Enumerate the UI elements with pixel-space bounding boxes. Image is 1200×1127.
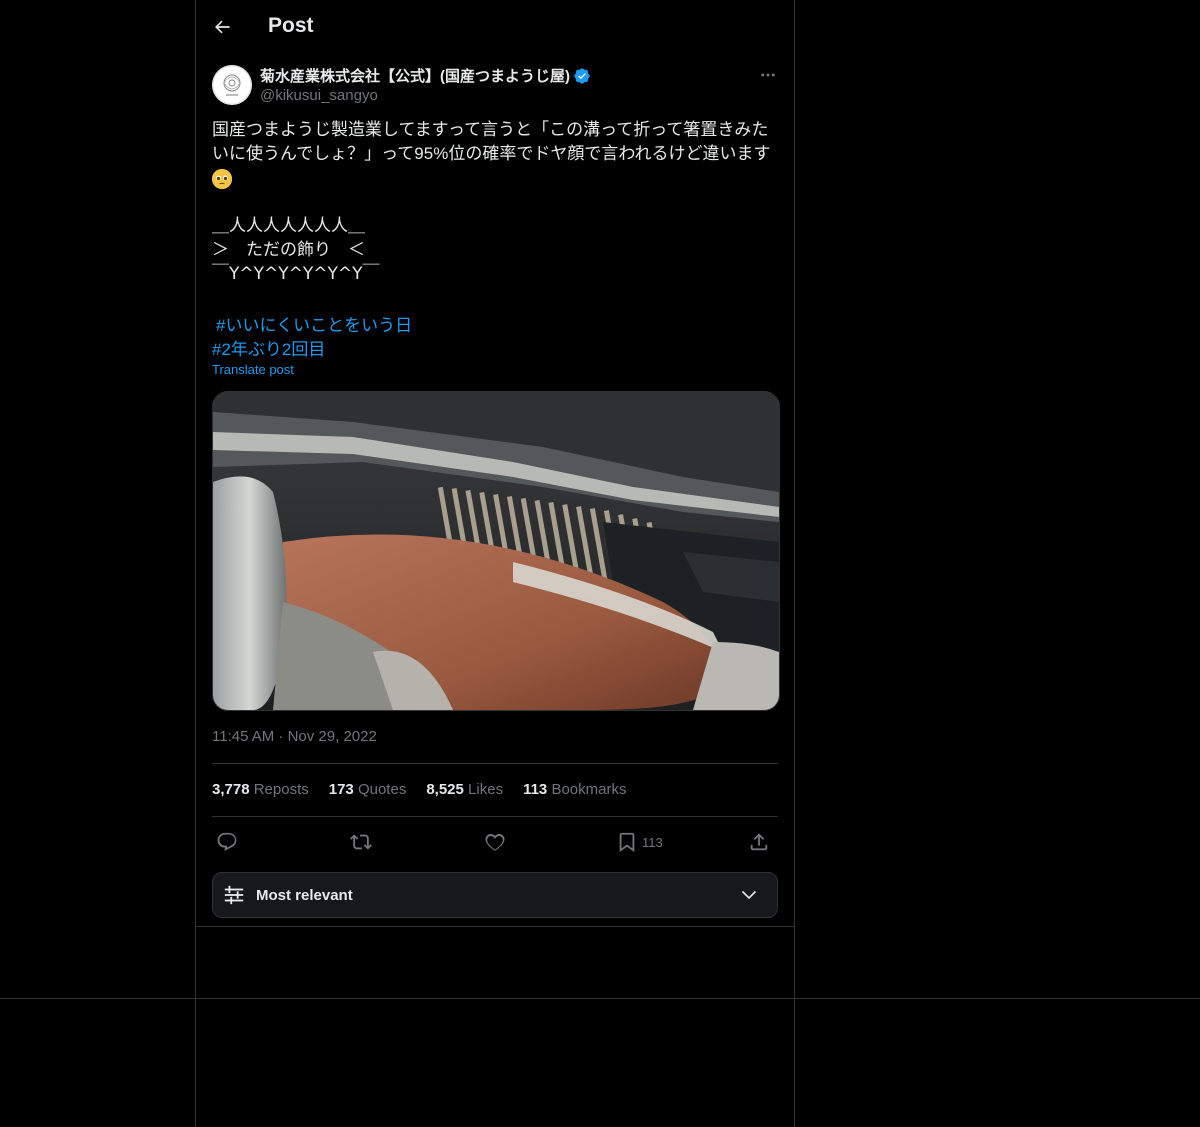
back-button[interactable] [208,13,236,41]
reposts-stat[interactable]: 3,778 Reposts [212,781,309,798]
post-text-body: 国産つまようじ製造業してますって言うと「この溝って折って箸置きみたいに使うんでし… [212,120,771,163]
divider [212,816,778,817]
post-image[interactable] [212,391,780,711]
back-arrow-icon [215,20,230,34]
bookmark-count: 113 [642,834,663,850]
pleading-face-icon [212,168,232,189]
reposts-label: Reposts [253,781,309,798]
chevron-down-icon [741,890,757,900]
reply-button[interactable] [216,828,238,856]
translate-post-link[interactable]: Translate post [212,362,294,377]
author-handle[interactable]: @kikusui_sangyo [260,87,378,104]
quotes-stat[interactable]: 173 Quotes [329,781,407,798]
likes-count: 8,525 [426,781,464,798]
likes-label: Likes [468,781,504,798]
bookmark-button[interactable]: 113 [616,828,663,856]
hashtag-link[interactable]: #2年ぶり2回目 [212,335,325,360]
sort-sliders-icon [224,885,244,905]
section-divider [0,998,1200,999]
quotes-label: Quotes [357,781,407,798]
bookmarks-count: 113 [523,781,548,798]
column-divider-right [794,0,795,1127]
reply-icon [217,832,237,851]
share-icon [750,833,768,851]
bookmarks-label: Bookmarks [551,781,627,798]
repost-icon [350,834,372,850]
hashtag-link[interactable]: #いいにくいことをいう日 [216,311,412,336]
repost-button[interactable] [350,828,372,856]
ascii-art-line: ＿人人人人人人人＿ [212,216,365,236]
like-button[interactable] [484,828,506,856]
column-divider-left [195,0,196,1127]
more-icon [761,73,775,77]
more-options-button[interactable] [756,64,780,86]
post-bottom-divider [195,926,795,927]
post-timestamp[interactable]: 11:45 AM · Nov 29, 2022 [212,728,377,745]
bookmark-icon [619,832,635,853]
engagement-stats: 3,778 Reposts 173 Quotes 8,525 Likes 113… [212,781,646,798]
ascii-art-line: ＞ ただの飾り ＜ [212,240,365,260]
replies-sort-dropdown[interactable]: Most relevant [212,872,778,918]
verified-badge-icon [574,67,590,84]
author-name-text: 菊水産業株式会社【公式】(国産つまようじ屋) [260,68,570,85]
quotes-count: 173 [328,781,354,798]
avatar[interactable] [212,65,252,105]
page: Post 菊水産業株式会社【公式】(国産つまようじ屋) @kikusui_san… [0,0,1200,1127]
divider [212,763,778,764]
toothpick-closeup-image [213,392,779,710]
like-icon [485,834,505,851]
sort-label: Most relevant [256,887,353,904]
likes-stat[interactable]: 8,525 Likes [426,781,503,798]
page-title: Post [268,14,314,37]
header-bar: Post [196,0,794,54]
post-text: 国産つまようじ製造業してますって言うと「この溝って折って箸置きみたいに使うんでし… [212,118,778,190]
author-name[interactable]: 菊水産業株式会社【公式】(国産つまようじ屋) [260,65,591,86]
logo-icon [212,65,252,105]
ascii-art: ＿人人人人人人人＿ ＞ ただの飾り ＜ ￣Y^Y^Y^Y^Y^Y￣ [212,214,380,286]
ascii-art-line: ￣Y^Y^Y^Y^Y^Y￣ [212,264,380,284]
reposts-count: 3,778 [212,781,250,798]
share-button[interactable] [748,828,770,856]
action-bar: 113 [212,828,778,856]
bookmarks-stat[interactable]: 113 Bookmarks [523,781,626,798]
